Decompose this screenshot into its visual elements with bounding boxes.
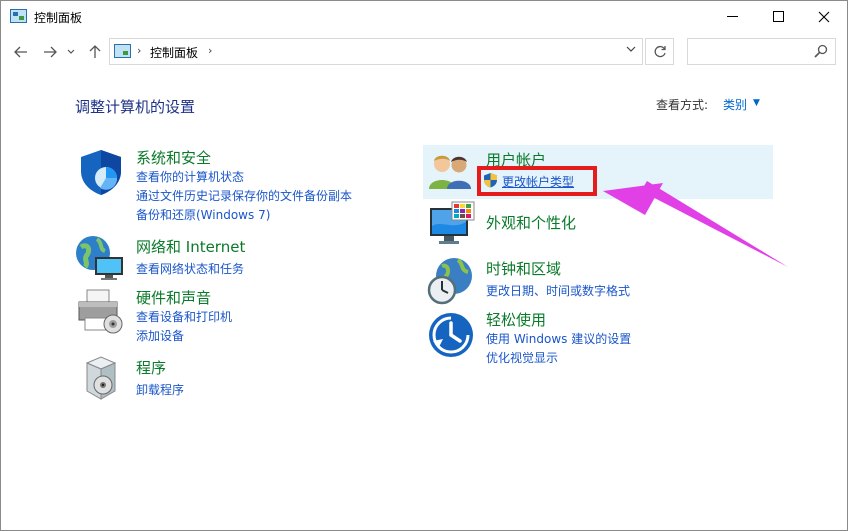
window-title: 控制面板 bbox=[34, 11, 83, 25]
arrow-up-icon bbox=[89, 45, 101, 58]
breadcrumb-control-panel[interactable]: 控制面板 bbox=[150, 44, 198, 61]
category-appearance-personalization[interactable]: 外观和个性化 bbox=[486, 212, 576, 233]
link-view-computer-status[interactable]: 查看你的计算机状态 bbox=[136, 168, 244, 185]
link-devices-printers[interactable]: 查看设备和打印机 bbox=[136, 308, 232, 325]
user-accounts-icon bbox=[429, 155, 471, 189]
arrow-right-icon bbox=[44, 46, 57, 58]
category-system-security[interactable]: 系统和安全 bbox=[136, 147, 211, 168]
minimize-button[interactable] bbox=[709, 1, 755, 32]
recent-locations-button[interactable] bbox=[64, 41, 78, 63]
link-network-status[interactable]: 查看网络状态和任务 bbox=[136, 260, 244, 277]
annotation-arrow-icon bbox=[603, 181, 788, 267]
view-by-label: 查看方式: bbox=[656, 98, 709, 112]
control-panel-icon bbox=[10, 9, 27, 23]
maximize-button[interactable] bbox=[755, 1, 801, 32]
hardware-printer-icon bbox=[78, 289, 123, 334]
back-button[interactable] bbox=[10, 41, 32, 63]
page-title: 调整计算机的设置 bbox=[75, 98, 196, 116]
navigation-bar: › 控制面板 › bbox=[1, 32, 847, 72]
breadcrumb-separator[interactable]: › bbox=[137, 44, 141, 57]
close-icon bbox=[818, 11, 830, 22]
link-uninstall-program[interactable]: 卸载程序 bbox=[136, 381, 184, 398]
refresh-icon bbox=[654, 45, 666, 57]
refresh-button[interactable] bbox=[645, 38, 674, 65]
appearance-personalization-icon bbox=[430, 201, 475, 244]
category-programs[interactable]: 程序 bbox=[136, 357, 166, 378]
programs-icon bbox=[85, 356, 117, 400]
chevron-down-icon bbox=[67, 49, 75, 54]
up-button[interactable] bbox=[85, 41, 105, 63]
forward-button[interactable] bbox=[39, 41, 61, 63]
annotation-red-box bbox=[477, 166, 597, 196]
search-input[interactable] bbox=[687, 38, 836, 65]
caret-down-icon[interactable]: ▼ bbox=[753, 98, 760, 108]
search-icon[interactable] bbox=[814, 44, 828, 58]
arrow-left-icon bbox=[14, 46, 27, 58]
link-change-date-time-format[interactable]: 更改日期、时间或数字格式 bbox=[486, 282, 630, 299]
category-hardware-sound[interactable]: 硬件和声音 bbox=[136, 287, 211, 308]
control-panel-icon bbox=[114, 44, 131, 58]
category-network-internet[interactable]: 网络和 Internet bbox=[136, 236, 245, 257]
close-button[interactable] bbox=[801, 1, 847, 32]
ease-of-access-icon bbox=[429, 313, 473, 357]
category-clock-region[interactable]: 时钟和区域 bbox=[486, 258, 561, 279]
control-panel-window: 控制面板 › 控制面板 › 调整计算机的设置 查看方式: 类别 ▼ 系统和安全 … bbox=[0, 0, 848, 531]
minimize-icon bbox=[726, 16, 738, 17]
link-windows-recommended-settings[interactable]: 使用 Windows 建议的设置 bbox=[486, 330, 631, 347]
link-backup-restore[interactable]: 备份和还原(Windows 7) bbox=[136, 206, 270, 223]
link-file-history-backup[interactable]: 通过文件历史记录保存你的文件备份副本 bbox=[136, 187, 352, 204]
address-dropdown-button[interactable] bbox=[626, 43, 636, 56]
chevron-down-icon bbox=[626, 46, 636, 52]
maximize-icon bbox=[772, 11, 784, 22]
address-bar[interactable]: › 控制面板 › bbox=[109, 38, 643, 65]
link-optimize-visual-display[interactable]: 优化视觉显示 bbox=[486, 349, 558, 366]
category-ease-of-access[interactable]: 轻松使用 bbox=[486, 309, 546, 330]
link-add-device[interactable]: 添加设备 bbox=[136, 327, 184, 344]
clock-region-icon bbox=[427, 258, 472, 305]
breadcrumb-separator[interactable]: › bbox=[208, 44, 212, 57]
user-accounts-hover-highlight bbox=[423, 145, 773, 199]
network-globe-icon bbox=[76, 236, 123, 280]
system-security-shield-icon bbox=[81, 150, 121, 195]
title-bar: 控制面板 bbox=[1, 1, 847, 32]
view-by-dropdown[interactable]: 类别 bbox=[723, 96, 747, 113]
